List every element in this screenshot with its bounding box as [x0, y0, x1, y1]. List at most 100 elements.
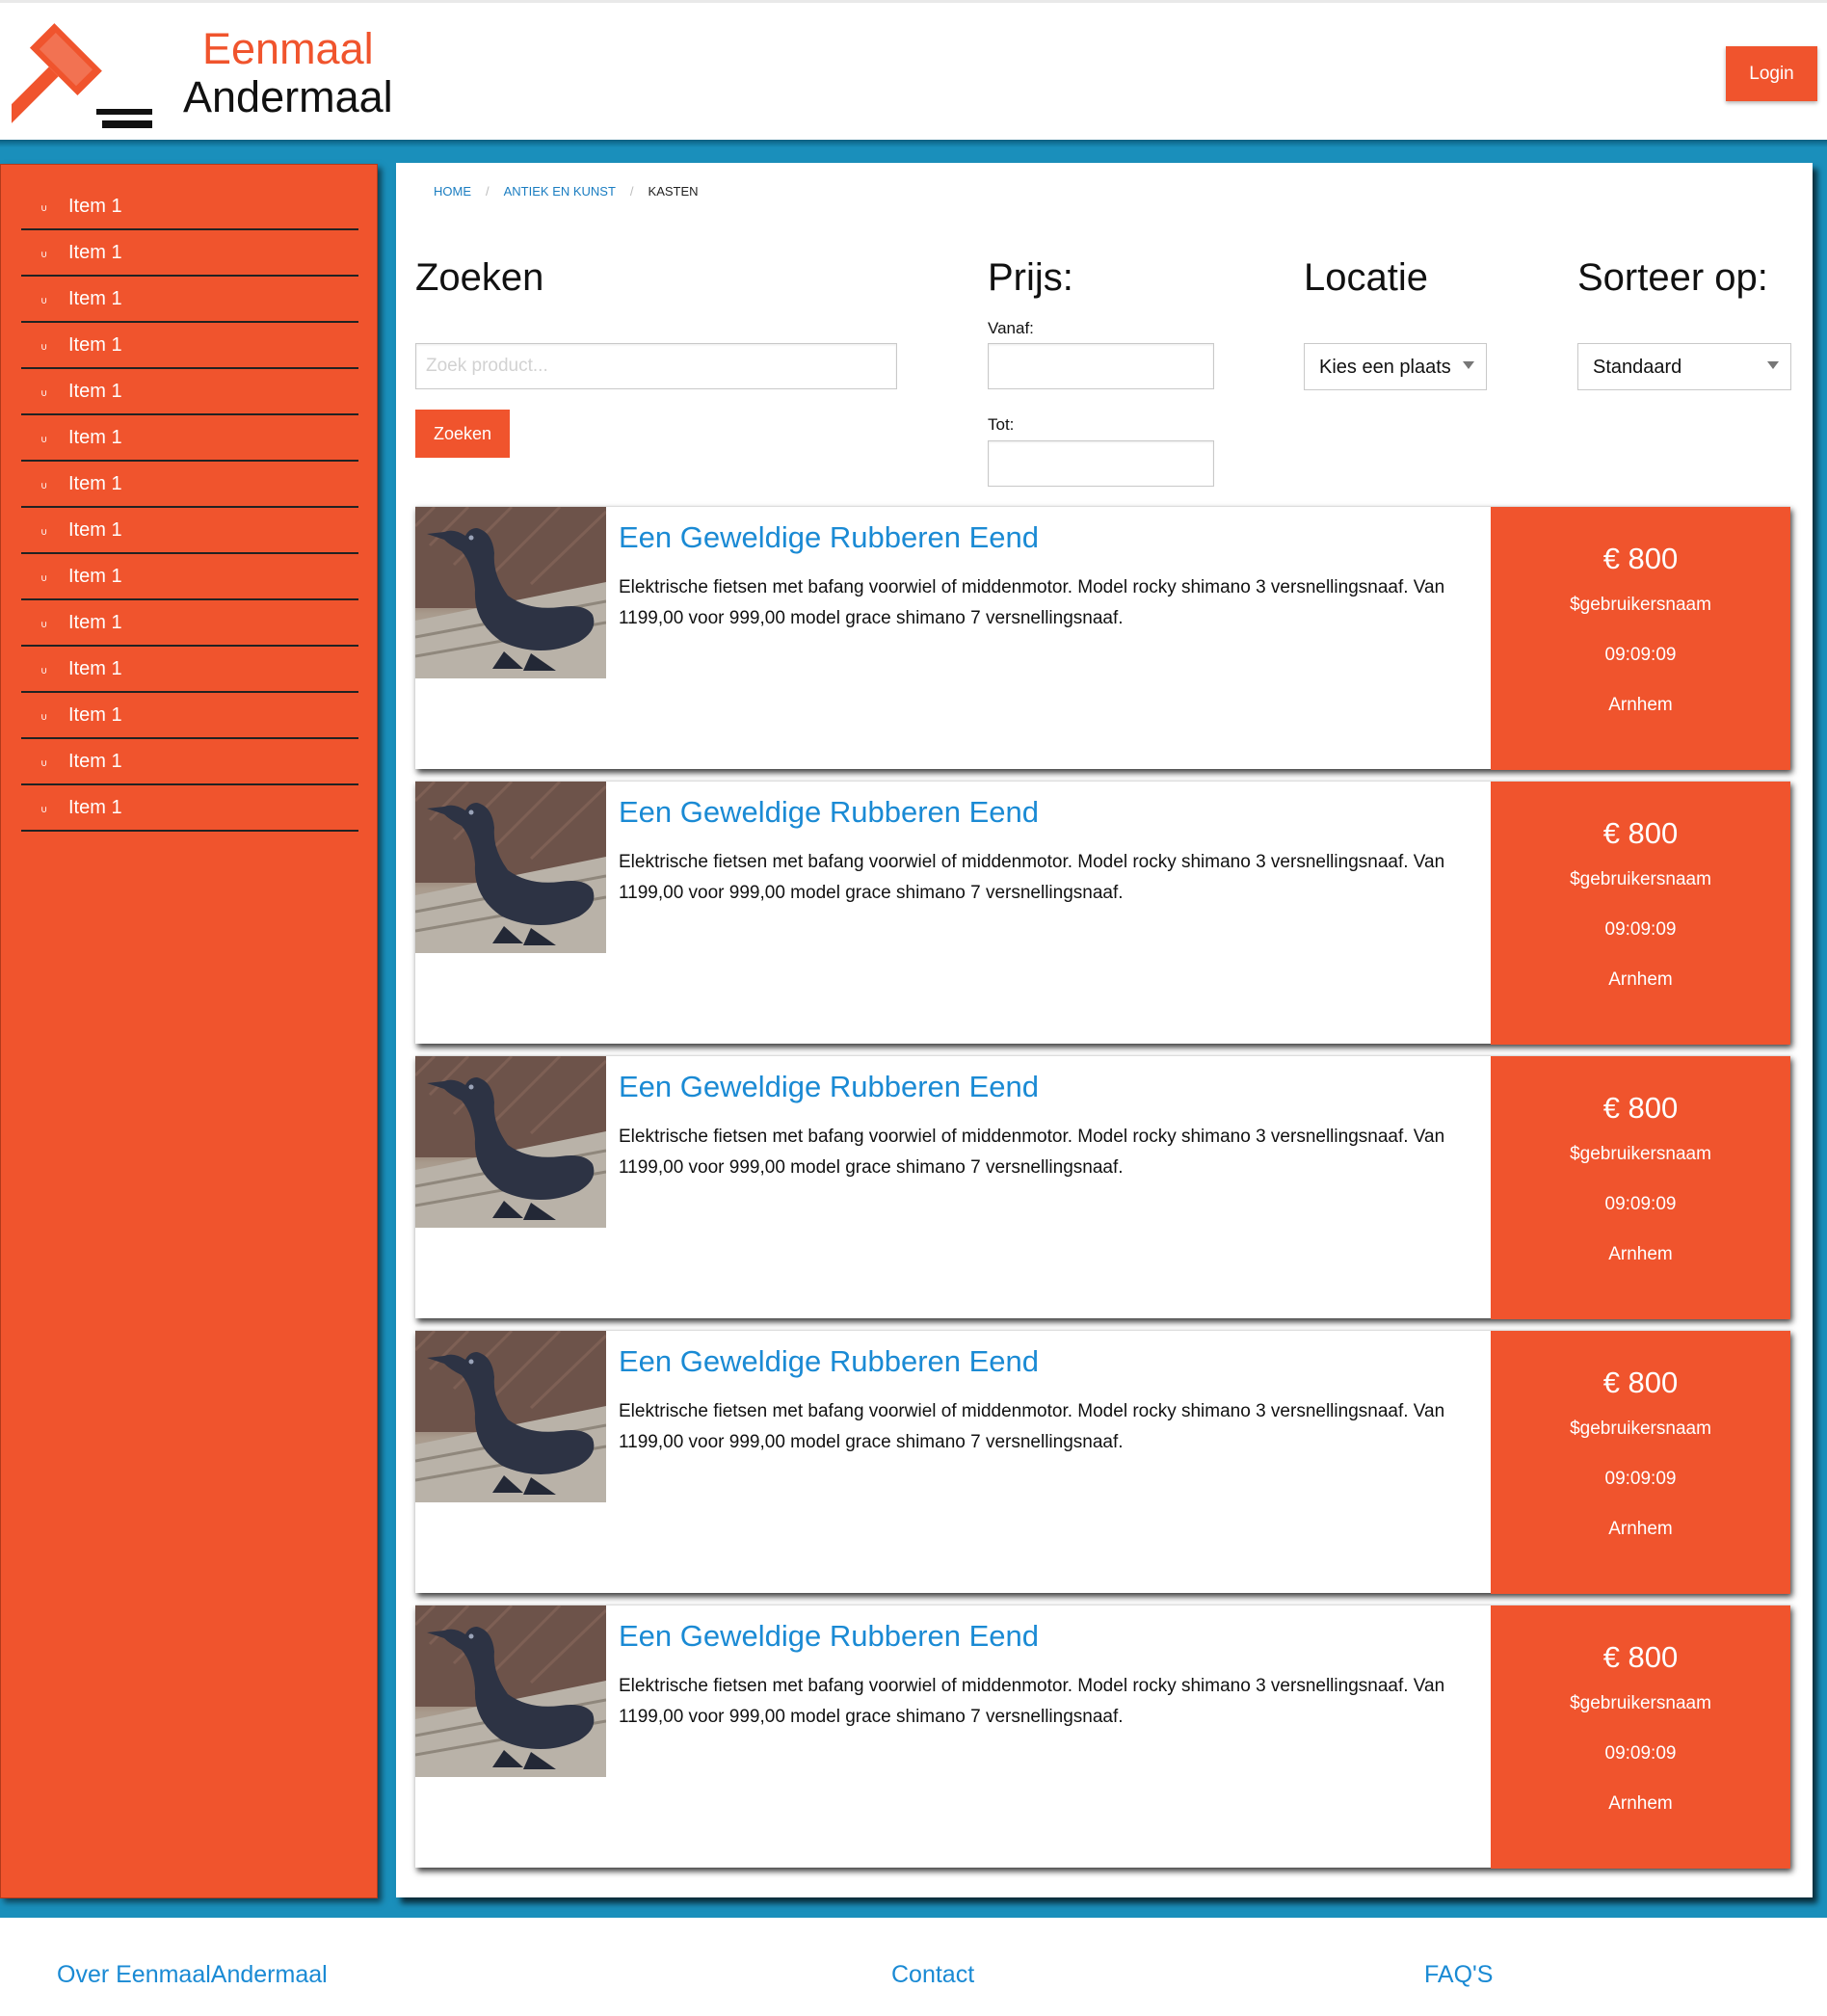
listing-price: € 800 [1602, 1640, 1679, 1674]
breadcrumb: HOME / ANTIEK EN KUNST / KASTEN [434, 184, 699, 199]
listing-description: Elektrische fietsen met bafang voorwiel … [619, 1401, 1445, 1452]
sidebar-item-label: Item 1 [68, 427, 122, 448]
logo-title-andermaal: Andermaal [183, 72, 393, 121]
bullet-icon: ∪ [40, 342, 48, 353]
site-header: Eenmaal Andermaal Login [0, 3, 1827, 140]
location-select-value: Kies een plaats [1319, 357, 1451, 378]
listing-list: Een Geweldige Rubberen Eend Elektrische f… [415, 506, 1790, 1879]
sidebar-item-label: Item 1 [68, 288, 122, 309]
listing-title[interactable]: Een Geweldige Rubberen Eend [619, 1070, 1039, 1104]
listing-time-remaining: 09:09:09 [1604, 1743, 1677, 1764]
sidebar-item-label: Item 1 [68, 704, 122, 726]
sidebar-item[interactable]: ∪ Item 1 [21, 415, 358, 462]
bullet-icon: ∪ [40, 481, 48, 491]
listing-card[interactable]: Een Geweldige Rubberen Eend Elektrische f… [415, 781, 1790, 1045]
listing-info-panel: € 800 $gebruikersnaam 09:09:09 Arnhem [1491, 1605, 1790, 1869]
sidebar-item[interactable]: ∪ Item 1 [21, 230, 358, 277]
frame-shadow [0, 140, 1827, 147]
product-thumbnail[interactable] [415, 1331, 606, 1502]
location-select[interactable]: Kies een plaats [1304, 343, 1487, 390]
listing-location: Arnhem [1608, 1793, 1673, 1814]
bullet-icon: ∪ [40, 758, 48, 769]
search-heading: Zoeken [415, 256, 544, 299]
listing-card[interactable]: Een Geweldige Rubberen Eend Elektrische f… [415, 1330, 1790, 1594]
sidebar-item-label: Item 1 [68, 658, 122, 679]
gavel-logo-icon[interactable] [0, 14, 156, 133]
footer-link-contact[interactable]: Contact [891, 1960, 974, 1989]
listing-info-panel: € 800 $gebruikersnaam 09:09:09 Arnhem [1491, 507, 1790, 770]
listing-location: Arnhem [1608, 1519, 1673, 1539]
sidebar-list: ∪ Item 1 ∪ Item 1 ∪ Item 1 ∪ Item 1 ∪ Item 1 ∪ Item… [21, 184, 358, 832]
breadcrumb-home[interactable]: HOME [434, 184, 471, 199]
price-from-label: Vanaf: [988, 319, 1034, 337]
sidebar-item[interactable]: ∪ Item 1 [21, 323, 358, 369]
sidebar-item-label: Item 1 [68, 566, 122, 587]
search-button[interactable]: Zoeken [415, 410, 510, 458]
listing-price: € 800 [1602, 816, 1679, 850]
product-thumbnail[interactable] [415, 1056, 606, 1228]
listing-price: € 800 [1602, 1091, 1679, 1125]
price-to-input[interactable] [988, 440, 1214, 487]
sidebar-item[interactable]: ∪ Item 1 [21, 277, 358, 323]
sidebar-item[interactable]: ∪ Item 1 [21, 554, 358, 600]
sidebar-item[interactable]: ∪ Item 1 [21, 369, 358, 415]
product-thumbnail[interactable] [415, 782, 606, 953]
listing-location: Arnhem [1608, 1244, 1673, 1264]
listing-title[interactable]: Een Geweldige Rubberen Eend [619, 795, 1039, 830]
sidebar-item[interactable]: ∪ Item 1 [21, 739, 358, 785]
listing-description: Elektrische fietsen met bafang voorwiel … [619, 1676, 1445, 1727]
listing-time-remaining: 09:09:09 [1604, 1469, 1677, 1489]
bullet-icon: ∪ [40, 805, 48, 815]
logo-title-eenmaal: Eenmaal [202, 24, 374, 73]
sidebar-item[interactable]: ∪ Item 1 [21, 600, 358, 647]
bullet-icon: ∪ [40, 573, 48, 584]
sort-select[interactable]: Standaard [1577, 343, 1791, 390]
listing-title[interactable]: Een Geweldige Rubberen Eend [619, 1619, 1039, 1654]
listing-description: Elektrische fietsen met bafang voorwiel … [619, 1127, 1445, 1178]
sidebar-item[interactable]: ∪ Item 1 [21, 508, 358, 554]
listing-seller: $gebruikersnaam [1570, 869, 1711, 889]
listing-seller: $gebruikersnaam [1570, 1419, 1711, 1439]
breadcrumb-separator: / [486, 184, 490, 199]
sidebar-item-label: Item 1 [68, 242, 122, 263]
bullet-icon: ∪ [40, 435, 48, 445]
sidebar-item-label: Item 1 [68, 797, 122, 818]
sidebar-item[interactable]: ∪ Item 1 [21, 647, 358, 693]
bullet-icon: ∪ [40, 296, 48, 306]
category-sidebar: ∪ Item 1 ∪ Item 1 ∪ Item 1 ∪ Item 1 ∪ Item 1 ∪ Item… [0, 164, 378, 1898]
product-thumbnail[interactable] [415, 1605, 606, 1777]
breadcrumb-category[interactable]: ANTIEK EN KUNST [504, 184, 616, 199]
listing-title[interactable]: Een Geweldige Rubberen Eend [619, 520, 1039, 555]
sidebar-item-label: Item 1 [68, 196, 122, 217]
bullet-icon: ∪ [40, 527, 48, 538]
listing-description: Elektrische fietsen met bafang voorwiel … [619, 577, 1445, 628]
listing-price: € 800 [1602, 542, 1679, 575]
location-heading: Locatie [1304, 256, 1428, 299]
footer-link-about[interactable]: Over EenmaalAndermaal [57, 1960, 328, 1989]
listing-info-panel: € 800 $gebruikersnaam 09:09:09 Arnhem [1491, 782, 1790, 1045]
bullet-icon: ∪ [40, 620, 48, 630]
content-panel: HOME / ANTIEK EN KUNST / KASTEN Zoeken Z… [396, 163, 1813, 1897]
sidebar-item[interactable]: ∪ Item 1 [21, 693, 358, 739]
sort-select-value: Standaard [1593, 357, 1682, 378]
sidebar-item[interactable]: ∪ Item 1 [21, 184, 358, 230]
listing-card[interactable]: Een Geweldige Rubberen Eend Elektrische f… [415, 506, 1790, 770]
search-input[interactable] [415, 343, 897, 389]
price-from-input[interactable] [988, 343, 1214, 389]
sidebar-item[interactable]: ∪ Item 1 [21, 785, 358, 832]
footer-link-faq[interactable]: FAQ'S [1424, 1960, 1493, 1989]
login-button[interactable]: Login [1726, 46, 1817, 101]
listing-info-panel: € 800 $gebruikersnaam 09:09:09 Arnhem [1491, 1056, 1790, 1319]
listing-price: € 800 [1602, 1366, 1679, 1399]
listing-card[interactable]: Een Geweldige Rubberen Eend Elektrische f… [415, 1605, 1790, 1869]
listing-seller: $gebruikersnaam [1570, 1144, 1711, 1164]
listing-time-remaining: 09:09:09 [1604, 919, 1677, 940]
bullet-icon: ∪ [40, 250, 48, 260]
listing-title[interactable]: Een Geweldige Rubberen Eend [619, 1344, 1039, 1379]
sidebar-item[interactable]: ∪ Item 1 [21, 462, 358, 508]
listing-seller: $gebruikersnaam [1570, 1693, 1711, 1713]
listing-card[interactable]: Een Geweldige Rubberen Eend Elektrische f… [415, 1055, 1790, 1319]
sidebar-item-label: Item 1 [68, 751, 122, 772]
sidebar-item-label: Item 1 [68, 473, 122, 494]
product-thumbnail[interactable] [415, 507, 606, 678]
